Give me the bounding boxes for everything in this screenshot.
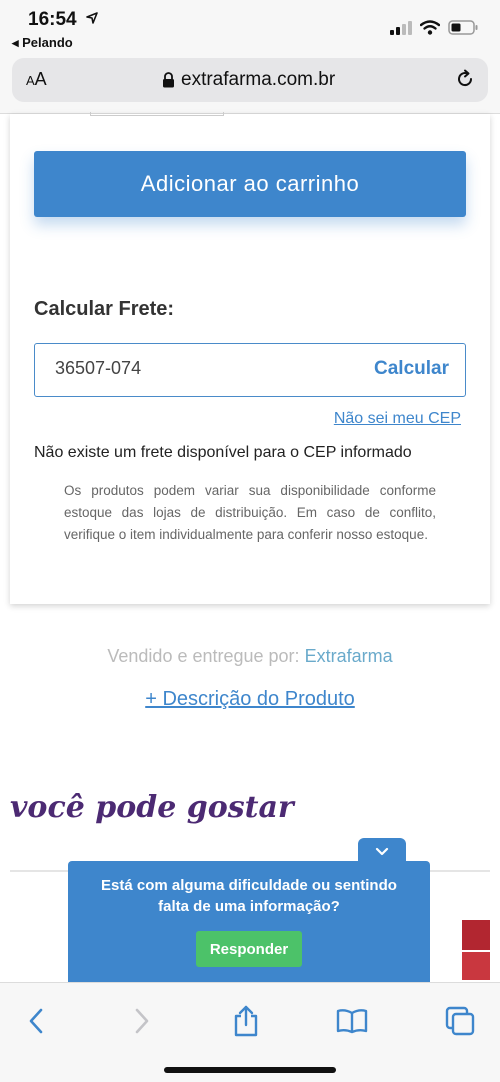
shipping-result-message: Não existe um frete disponível para o CE… — [34, 444, 412, 461]
clock: 16:54 — [28, 9, 77, 30]
home-indicator — [164, 1067, 336, 1073]
browser-address-area: AA extrafarma.com.br — [0, 56, 500, 114]
shipping-title: Calcular Frete: — [34, 298, 175, 320]
battery-icon — [448, 20, 478, 35]
sold-by: Vendido e entregue por: Extrafarma — [0, 646, 500, 667]
sold-by-brand: Extrafarma — [304, 646, 393, 666]
share-icon — [234, 1005, 258, 1037]
address-bar[interactable]: AA extrafarma.com.br — [12, 58, 488, 102]
lock-icon — [163, 72, 174, 88]
forward-button[interactable] — [122, 1001, 162, 1041]
back-button[interactable] — [16, 1001, 56, 1041]
tabs-icon — [445, 1006, 475, 1036]
url-display[interactable]: extrafarma.com.br — [162, 69, 335, 91]
location-arrow-icon — [86, 12, 98, 24]
bookmarks-icon — [336, 1009, 368, 1034]
status-bar: 16:54 ◂ Pelando — [0, 0, 500, 56]
cep-form: Calcular — [34, 343, 466, 397]
bookmarks-button[interactable] — [332, 1001, 372, 1041]
back-icon — [29, 1008, 43, 1034]
availability-disclaimer: Os produtos podem variar sua disponibili… — [64, 483, 436, 542]
status-icons — [390, 20, 478, 35]
url-text: extrafarma.com.br — [181, 69, 336, 90]
cep-input[interactable] — [55, 358, 315, 379]
tabs-button[interactable] — [440, 1001, 480, 1041]
back-to-app-link[interactable]: ◂ Pelando — [12, 35, 73, 51]
product-description-link[interactable]: + Descrição do Produto — [0, 688, 500, 711]
quantity-field-edge — [90, 112, 224, 116]
answer-button[interactable]: Responder — [196, 931, 302, 967]
help-question: Está com alguma dificuldade ou sentindo … — [101, 877, 397, 915]
share-button[interactable] — [226, 1001, 266, 1041]
reload-icon[interactable] — [454, 68, 476, 90]
recommendations-title: você pode gostar — [10, 790, 294, 825]
recommended-product-image[interactable] — [458, 920, 492, 982]
signal-icon — [390, 20, 412, 35]
add-to-cart-button[interactable]: Adicionar ao carrinho — [34, 151, 466, 217]
unknown-cep-link[interactable]: Não sei meu CEP — [334, 410, 461, 428]
forward-icon — [135, 1008, 149, 1034]
text-size-button[interactable]: AA — [26, 69, 47, 90]
product-purchase-card: Adicionar ao carrinho Calcular Frete: Ca… — [10, 112, 490, 604]
help-popup: Está com alguma dificuldade ou sentindo … — [68, 861, 430, 989]
sold-by-prefix: Vendido e entregue por: — [107, 646, 300, 666]
browser-toolbar — [0, 982, 500, 1082]
chevron-down-icon — [375, 847, 389, 855]
wifi-icon — [420, 20, 440, 35]
calculate-shipping-button[interactable]: Calcular — [374, 358, 449, 380]
